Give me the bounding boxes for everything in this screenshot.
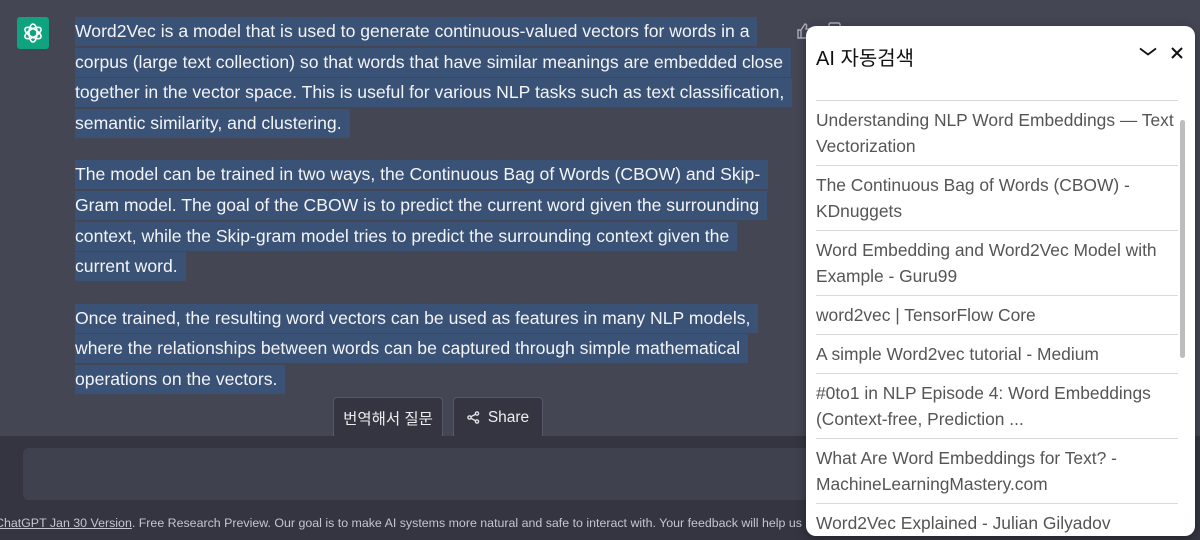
translate-ask-button[interactable]: 번역해서 질문: [333, 397, 443, 438]
search-results-list: Understanding NLP Word Embeddings — Text…: [816, 100, 1178, 536]
translate-ask-label: 번역해서 질문: [343, 410, 433, 428]
search-result-link[interactable]: #0to1 in NLP Episode 4: Word Embeddings …: [816, 374, 1178, 439]
search-result-link[interactable]: word2vec | TensorFlow Core: [816, 296, 1178, 335]
version-link[interactable]: ChatGPT Jan 30 Version: [0, 516, 132, 530]
share-icon: [467, 411, 480, 424]
message-paragraph: The model can be trained in two ways, th…: [75, 159, 785, 282]
search-result-link[interactable]: Word2Vec Explained - Julian Gilyadov: [816, 504, 1178, 536]
panel-scrollbar[interactable]: [1180, 120, 1185, 358]
search-result-link[interactable]: Understanding NLP Word Embeddings — Text…: [816, 101, 1178, 166]
share-button[interactable]: Share: [453, 397, 543, 438]
search-result-link[interactable]: What Are Word Embeddings for Text? - Mac…: [816, 439, 1178, 504]
assistant-avatar: [17, 17, 49, 49]
share-label: Share: [487, 408, 530, 426]
chevron-down-icon[interactable]: [1139, 47, 1157, 57]
openai-logo-icon: [24, 23, 42, 43]
ai-search-panel: AI 자동검색 Understanding NLP Word Embedding…: [806, 26, 1195, 536]
footer-disclaimer: ChatGPT Jan 30 Version. Free Research Pr…: [0, 516, 853, 530]
close-icon[interactable]: [1170, 46, 1184, 60]
search-result-link[interactable]: A simple Word2vec tutorial - Medium: [816, 335, 1178, 374]
footer-text: . Free Research Preview. Our goal is to …: [131, 516, 853, 530]
panel-title: AI 자동검색: [816, 48, 915, 70]
message-paragraph: Word2Vec is a model that is used to gene…: [75, 16, 793, 138]
assistant-message: Word2Vec is a model that is used to gene…: [75, 16, 793, 416]
message-paragraph: Once trained, the resulting word vectors…: [75, 303, 785, 395]
search-result-link[interactable]: The Continuous Bag of Words (CBOW) - KDn…: [816, 166, 1178, 231]
search-result-link[interactable]: Word Embedding and Word2Vec Model with E…: [816, 231, 1178, 296]
